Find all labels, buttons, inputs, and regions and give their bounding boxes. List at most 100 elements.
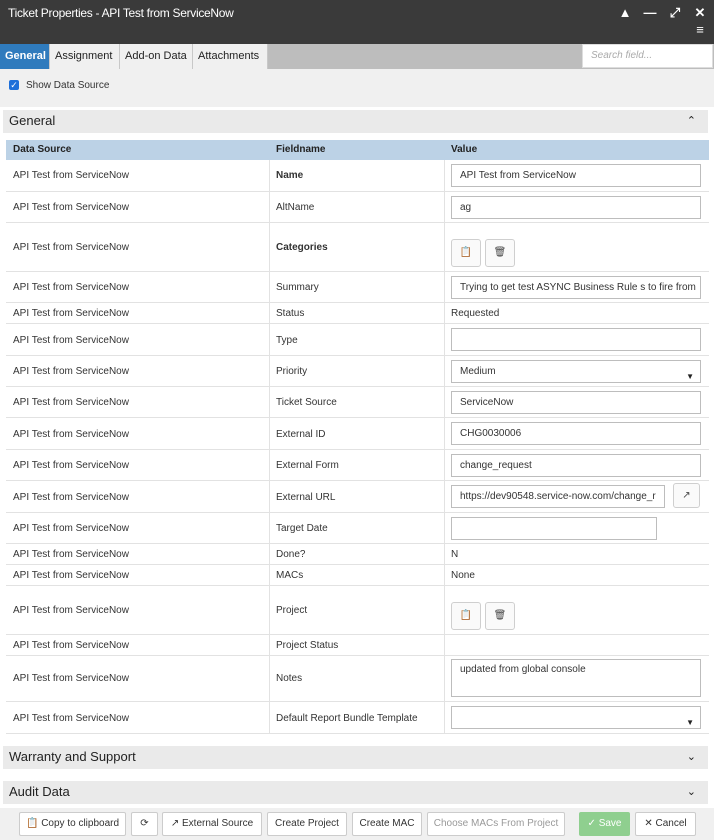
dropdown-arrow-icon: ▼ xyxy=(686,718,694,727)
data-source-cell: API Test from ServiceNow xyxy=(13,605,129,616)
report-bundle-template-select[interactable]: ▼ xyxy=(451,706,701,729)
refresh-icon: ⟳ xyxy=(140,818,149,829)
table-row: API Test from ServiceNow Ticket Source S… xyxy=(6,387,709,418)
field-name-label: Project Status xyxy=(276,640,339,651)
show-data-source-label: Show Data Source xyxy=(26,80,110,91)
create-project-button[interactable]: Create Project xyxy=(267,812,347,836)
tab-attachments[interactable]: Attachments xyxy=(193,44,268,69)
section-warranty-and-support[interactable]: Warranty and Support ⌄ xyxy=(3,746,708,770)
type-field[interactable] xyxy=(451,328,701,351)
table-row: API Test from ServiceNow External Form c… xyxy=(6,450,709,481)
section-general[interactable]: General ⌃ xyxy=(3,110,708,134)
minimize-icon[interactable]: — xyxy=(642,5,658,21)
notes-field[interactable]: updated from global console xyxy=(451,659,701,697)
external-link-icon: ↗ xyxy=(682,490,691,501)
ticket-source-field[interactable]: ServiceNow xyxy=(451,391,701,414)
field-name-label: Default Report Bundle Template xyxy=(276,713,418,724)
grid-header: Data Source Fieldname Value xyxy=(6,140,709,160)
data-source-cell: API Test from ServiceNow xyxy=(13,570,129,581)
field-name-label: Categories xyxy=(276,242,328,253)
name-field[interactable]: API Test from ServiceNow xyxy=(451,164,701,187)
field-name-label: Type xyxy=(276,335,298,346)
cancel-button[interactable]: ✕ Cancel xyxy=(635,812,696,836)
search-field-input[interactable]: Search field... xyxy=(582,44,713,68)
table-row: API Test from ServiceNow Done? N xyxy=(6,544,709,565)
dropdown-arrow-icon: ▼ xyxy=(686,372,694,381)
external-source-label: External Source xyxy=(182,818,254,829)
external-url-field[interactable]: https://dev90548.service-now.com/change_… xyxy=(451,485,665,508)
tab-assignment[interactable]: Assignment xyxy=(50,44,120,69)
table-row: API Test from ServiceNow MACs None xyxy=(6,565,709,586)
show-data-source-checkbox[interactable]: ✓ xyxy=(9,80,19,90)
table-row: API Test from ServiceNow Summary Trying … xyxy=(6,272,709,303)
target-date-field[interactable] xyxy=(451,517,657,540)
categories-select-button[interactable]: 📋 xyxy=(451,239,481,267)
field-name-label: Status xyxy=(276,308,305,319)
data-source-cell: API Test from ServiceNow xyxy=(13,640,129,651)
data-source-cell: API Test from ServiceNow xyxy=(13,242,129,253)
external-source-button[interactable]: ↗ External Source xyxy=(162,812,262,836)
field-name-label: External ID xyxy=(276,429,326,440)
project-select-button[interactable]: 📋 xyxy=(451,602,481,630)
data-source-cell: API Test from ServiceNow xyxy=(13,492,129,503)
refresh-button[interactable]: ⟳ xyxy=(131,812,158,836)
table-row: API Test from ServiceNow Default Report … xyxy=(6,702,709,734)
altname-field[interactable]: ag xyxy=(451,196,701,219)
choose-macs-from-project-button[interactable]: Choose MACs From Project xyxy=(427,812,565,836)
data-source-cell: API Test from ServiceNow xyxy=(13,460,129,471)
chevron-down-icon: ⌄ xyxy=(686,786,696,798)
column-header-fieldname: Fieldname xyxy=(276,144,326,155)
options-bar: ✓ Show Data Source xyxy=(0,69,714,107)
maximize-icon[interactable]: ⤢ xyxy=(667,5,683,21)
data-source-cell: API Test from ServiceNow xyxy=(13,335,129,346)
data-source-cell: API Test from ServiceNow xyxy=(13,549,129,560)
field-name-label: External Form xyxy=(276,460,339,471)
tab-add-on-data[interactable]: Add-on Data xyxy=(120,44,193,69)
collapse-icon[interactable]: ▲ xyxy=(617,5,633,21)
external-id-field[interactable]: CHG0030006 xyxy=(451,422,701,445)
tab-general[interactable]: General xyxy=(0,44,50,69)
close-icon[interactable]: ✕ xyxy=(692,5,708,21)
clipboard-icon: 📋 xyxy=(459,610,473,621)
done-value: N xyxy=(451,549,459,560)
section-audit-title: Audit Data xyxy=(9,784,70,799)
data-source-cell: API Test from ServiceNow xyxy=(13,397,129,408)
column-header-value: Value xyxy=(451,144,478,155)
field-name-label: External URL xyxy=(276,492,336,503)
data-source-cell: API Test from ServiceNow xyxy=(13,170,129,181)
project-clear-button[interactable]: 🗑 xyxy=(485,602,515,630)
table-row: API Test from ServiceNow Target Date xyxy=(6,513,709,544)
create-mac-button[interactable]: Create MAC xyxy=(352,812,422,836)
close-icon: ✕ xyxy=(644,818,653,829)
table-row: API Test from ServiceNow Type xyxy=(6,324,709,356)
categories-clear-button[interactable]: 🗑 xyxy=(485,239,515,267)
footer-toolbar: 📋 Copy to clipboard ⟳ ↗ External Source … xyxy=(0,808,714,840)
section-warranty-title: Warranty and Support xyxy=(9,749,136,764)
copy-to-clipboard-button[interactable]: 📋 Copy to clipboard xyxy=(19,812,126,836)
properties-grid: Data Source Fieldname Value API Test fro… xyxy=(6,140,709,734)
table-row: API Test from ServiceNow External ID CHG… xyxy=(6,418,709,450)
clipboard-icon: 📋 xyxy=(25,818,39,829)
table-row: API Test from ServiceNow Project Status xyxy=(6,635,709,656)
table-row: API Test from ServiceNow Notes updated f… xyxy=(6,656,709,702)
field-name-label: Project xyxy=(276,605,308,616)
open-url-button[interactable]: ↗ xyxy=(673,483,700,508)
save-label: Save xyxy=(598,818,622,829)
field-name-label: Target Date xyxy=(276,523,328,534)
field-name-label: Done? xyxy=(276,549,306,560)
data-source-cell: API Test from ServiceNow xyxy=(13,308,129,319)
check-icon: ✓ xyxy=(587,818,596,829)
table-row: API Test from ServiceNow Categories 📋 🗑 xyxy=(6,223,709,272)
menu-icon[interactable]: ≡ xyxy=(692,22,708,38)
save-button[interactable]: ✓ Save xyxy=(579,812,630,836)
table-row: API Test from ServiceNow External URL ht… xyxy=(6,481,709,513)
chevron-up-icon: ⌃ xyxy=(686,115,696,127)
status-value: Requested xyxy=(451,308,500,319)
priority-select[interactable]: Medium ▼ xyxy=(451,360,701,383)
external-form-field[interactable]: change_request xyxy=(451,454,701,477)
table-row: API Test from ServiceNow Priority Medium… xyxy=(6,356,709,387)
data-source-cell: API Test from ServiceNow xyxy=(13,366,129,377)
summary-field[interactable]: Trying to get test ASYNC Business Rule s… xyxy=(451,276,701,299)
section-audit-data[interactable]: Audit Data ⌄ xyxy=(3,781,708,805)
table-row: API Test from ServiceNow Name API Test f… xyxy=(6,160,709,192)
